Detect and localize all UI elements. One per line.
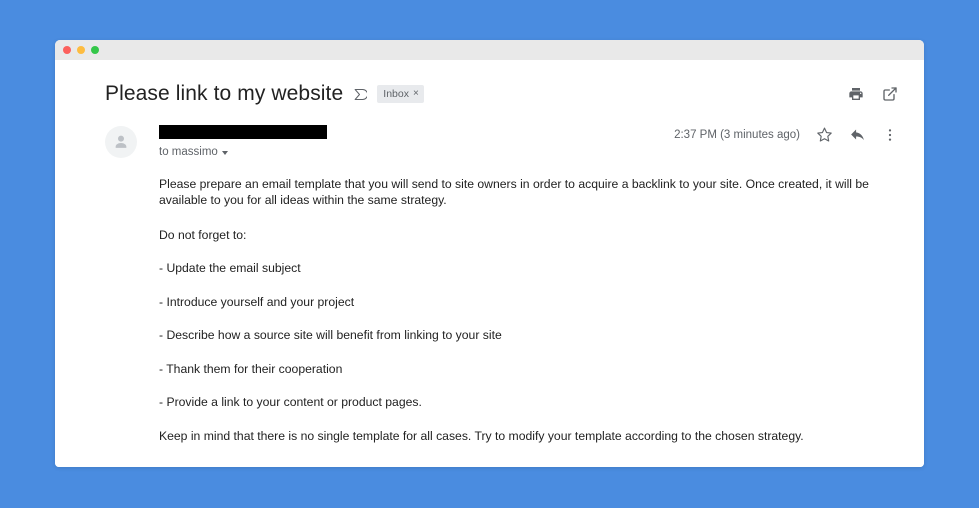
more-options-icon[interactable] [882, 127, 898, 143]
header-actions [848, 86, 902, 102]
body-item: - Describe how a source site will benefi… [159, 328, 502, 343]
message-actions: 2:37 PM (3 minutes ago) [674, 124, 898, 143]
sender-name[interactable] [159, 125, 327, 139]
avatar [105, 126, 137, 158]
sender-info: to massimo [159, 124, 327, 158]
window-titlebar [55, 40, 924, 60]
page-title: Please link to my website [105, 82, 344, 105]
message-body: Please prepare an email template that yo… [55, 158, 900, 444]
body-item: - Introduce yourself and your project [159, 294, 355, 309]
body-intro: Please prepare an email template that yo… [159, 177, 869, 208]
footer-actions: Reply Forward [55, 461, 924, 467]
email-page: Please link to my website Inbox × to mas… [55, 60, 924, 467]
body-item: - Update the email subject [159, 261, 301, 276]
inbox-label-text: Inbox [383, 87, 409, 100]
body-item: - Provide a link to your content or prod… [159, 395, 422, 410]
recipient-label: to massimo [159, 146, 218, 158]
body-reminder-heading: Do not forget to: [159, 227, 247, 242]
maximize-window-button[interactable] [91, 46, 99, 54]
smart-label-icon [352, 87, 368, 102]
sender-row: to massimo 2:37 PM (3 minutes ago) [55, 106, 924, 158]
recipient-toggle[interactable]: to massimo [159, 146, 327, 158]
reply-icon[interactable] [849, 126, 866, 143]
body-item: - Thank them for their cooperation [159, 361, 343, 376]
browser-window: Please link to my website Inbox × to mas… [55, 40, 924, 467]
minimize-window-button[interactable] [77, 46, 85, 54]
body-closing: Keep in mind that there is no single tem… [159, 428, 804, 443]
subject-row: Please link to my website Inbox × [55, 60, 924, 106]
timestamp: 2:37 PM (3 minutes ago) [674, 128, 800, 141]
print-icon[interactable] [848, 86, 864, 102]
close-window-button[interactable] [63, 46, 71, 54]
remove-label-icon[interactable]: × [413, 89, 419, 99]
inbox-label-chip[interactable]: Inbox × [377, 84, 424, 104]
open-in-new-window-icon[interactable] [882, 86, 898, 102]
star-icon[interactable] [816, 126, 833, 143]
chevron-down-icon[interactable] [221, 151, 228, 155]
